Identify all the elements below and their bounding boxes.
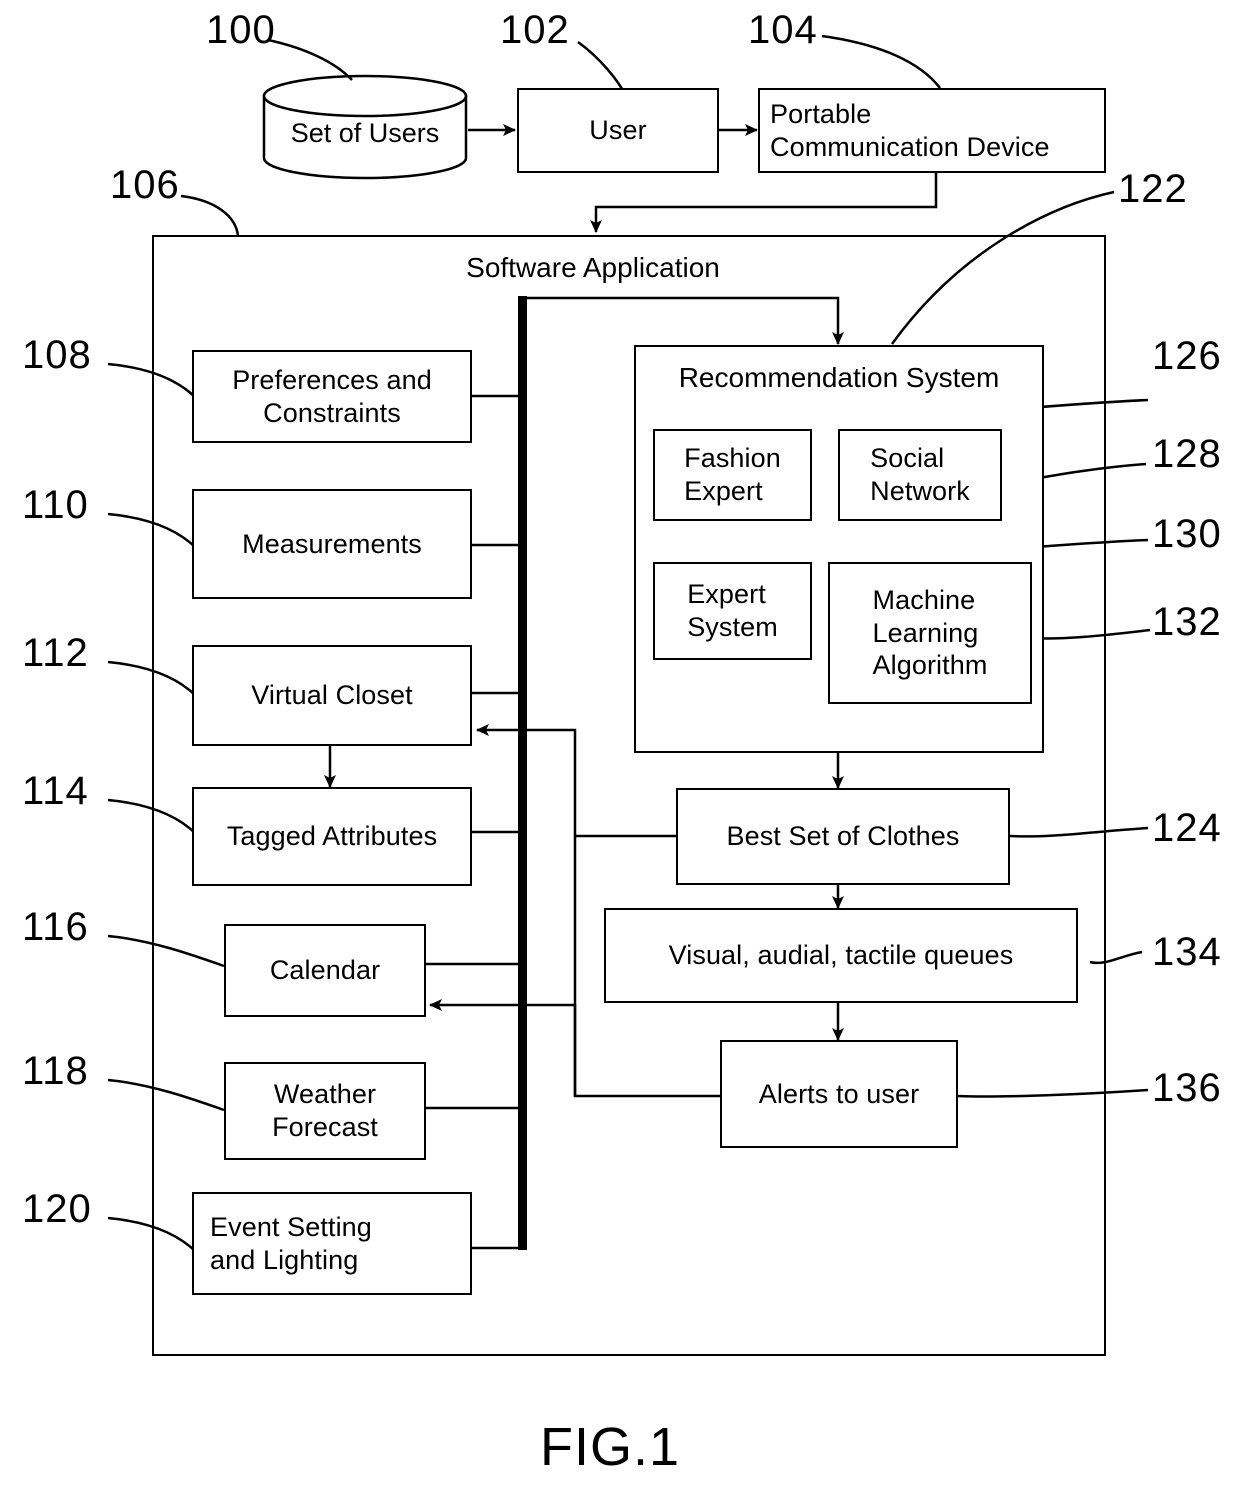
alerts-to-user-box[interactable]: Alerts to user [720, 1040, 958, 1148]
ref-100: 100 [206, 8, 276, 52]
recommendation-system-title: Recommendation System [678, 362, 1000, 393]
ref-130: 130 [1152, 512, 1222, 556]
machine-learning-label: Machine Learning Algorithm [872, 584, 988, 681]
ref-116: 116 [22, 905, 89, 949]
best-set-of-clothes-box[interactable]: Best Set of Clothes [676, 788, 1010, 885]
ref-112: 112 [22, 631, 89, 675]
edge-device-to-app [590, 172, 938, 233]
weather-forecast-box[interactable]: Weather Forecast [224, 1062, 426, 1160]
portable-communication-device-box[interactable]: Portable Communication Device [758, 88, 1106, 173]
ref-102: 102 [500, 8, 570, 52]
ref-128: 128 [1152, 432, 1222, 476]
alerts-label: Alerts to user [758, 1078, 920, 1109]
cylinder-top [262, 74, 468, 118]
machine-learning-algorithm-box[interactable]: Machine Learning Algorithm [828, 562, 1032, 704]
ref-108: 108 [22, 333, 92, 377]
leader-106 [180, 194, 240, 237]
ref-132: 132 [1152, 600, 1222, 644]
tagged-attributes-label: Tagged Attributes [226, 821, 438, 852]
ref-106: 106 [110, 163, 180, 207]
preferences-label: Preferences and Constraints [232, 364, 432, 428]
software-bus-bar [518, 296, 527, 1250]
social-network-label: Social Network [870, 443, 970, 506]
ref-126: 126 [1152, 334, 1222, 378]
ref-134: 134 [1152, 930, 1222, 974]
portable-device-label: Portable Communication Device [770, 98, 1050, 162]
social-network-box[interactable]: Social Network [838, 429, 1002, 521]
ref-124: 124 [1152, 806, 1222, 850]
best-set-label: Best Set of Clothes [726, 821, 960, 852]
ref-118: 118 [22, 1049, 89, 1093]
measurements-box[interactable]: Measurements [192, 489, 472, 599]
visual-audial-tactile-queues-box[interactable]: Visual, audial, tactile queues [604, 908, 1078, 1003]
calendar-label: Calendar [269, 955, 381, 986]
tagged-attributes-box[interactable]: Tagged Attributes [192, 787, 472, 886]
expert-system-box[interactable]: Expert System [653, 562, 812, 660]
set-of-users-label: Set of Users [290, 118, 440, 148]
ref-104: 104 [748, 8, 818, 52]
user-label: User [589, 115, 647, 146]
ref-122: 122 [1118, 167, 1188, 211]
preferences-and-constraints-box[interactable]: Preferences and Constraints [192, 350, 472, 443]
ref-110: 110 [22, 483, 89, 527]
virtual-closet-box[interactable]: Virtual Closet [192, 645, 472, 746]
weather-forecast-label: Weather Forecast [272, 1079, 378, 1142]
ref-114: 114 [22, 769, 89, 813]
leader-100 [267, 38, 353, 81]
software-application-title: Software Application [466, 252, 720, 283]
ref-120: 120 [22, 1187, 92, 1231]
queues-label: Visual, audial, tactile queues [668, 940, 1014, 971]
expert-system-label: Expert System [687, 579, 778, 642]
leader-104 [821, 34, 941, 89]
fashion-expert-label: Fashion Expert [684, 443, 781, 506]
calendar-box[interactable]: Calendar [224, 924, 426, 1017]
ref-136: 136 [1152, 1066, 1222, 1110]
fashion-expert-box[interactable]: Fashion Expert [653, 429, 812, 521]
figure-label: FIG.1 [540, 1417, 681, 1477]
patent-figure: Set of Users User Portable Communication… [0, 0, 1240, 1506]
user-box[interactable]: User [517, 88, 719, 173]
event-setting-label: Event Setting and Lighting [210, 1211, 372, 1275]
measurements-label: Measurements [242, 528, 422, 559]
event-setting-and-lighting-box[interactable]: Event Setting and Lighting [192, 1192, 472, 1295]
virtual-closet-label: Virtual Closet [251, 680, 413, 711]
